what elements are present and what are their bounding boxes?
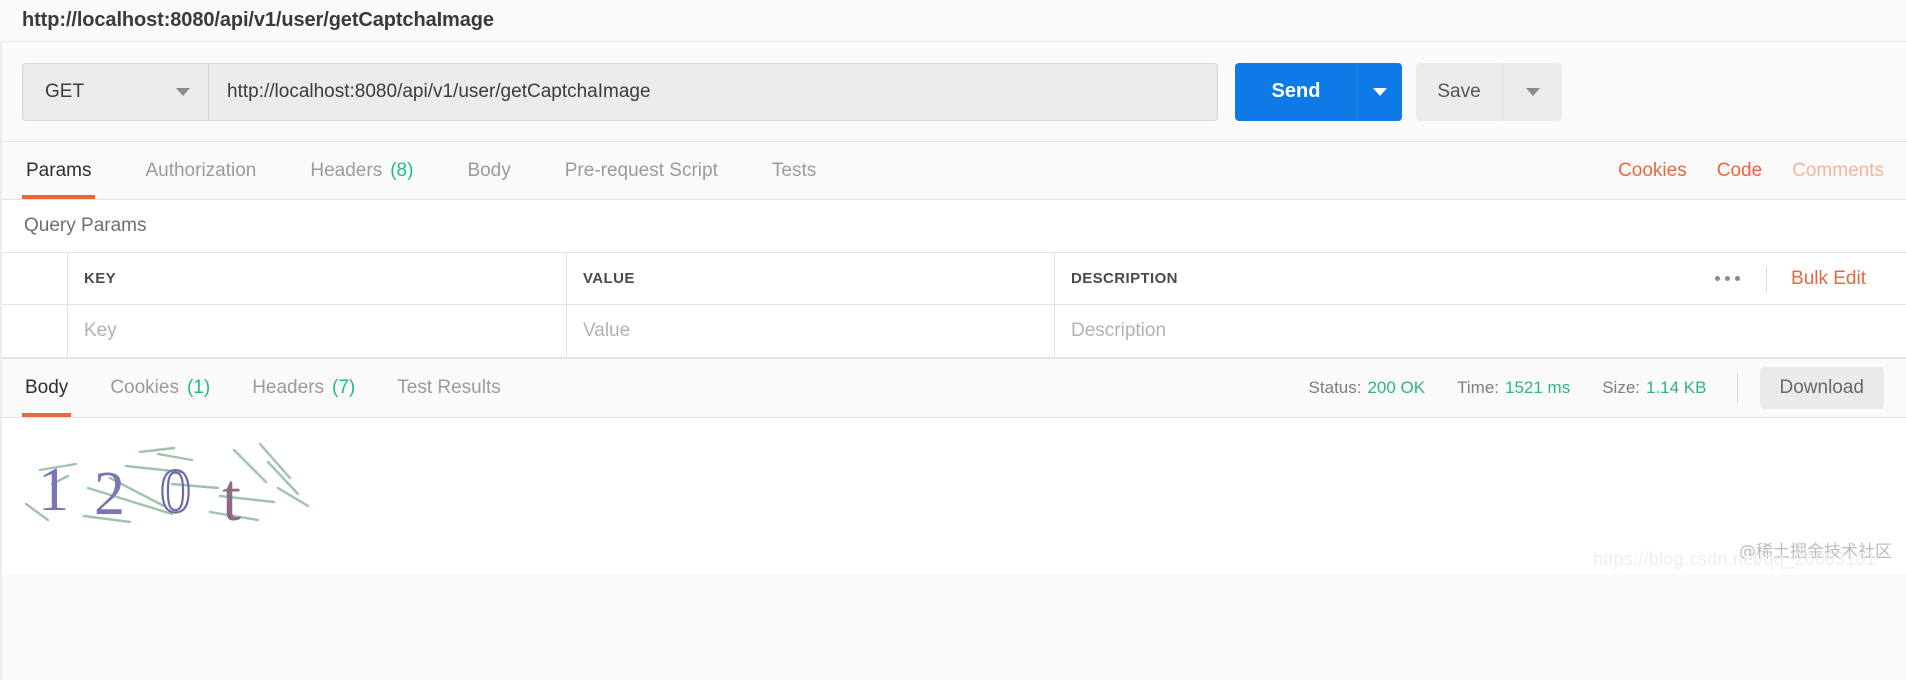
chevron-down-icon bbox=[1373, 87, 1387, 96]
chevron-down-icon bbox=[176, 87, 190, 96]
table-header-row: KEY VALUE DESCRIPTION Bulk Edit bbox=[0, 253, 1906, 305]
value-placeholder: Value bbox=[583, 320, 631, 341]
response-tab-test-results[interactable]: Test Results bbox=[394, 359, 503, 417]
tab-count-badge: (8) bbox=[390, 159, 414, 181]
header-checkbox-cell bbox=[0, 253, 68, 304]
comments-link[interactable]: Comments bbox=[1792, 160, 1884, 182]
tab-label: Headers bbox=[252, 377, 325, 398]
tab-authorization[interactable]: Authorization bbox=[141, 142, 260, 199]
tab-label: Body bbox=[467, 159, 511, 181]
status-label: Status: bbox=[1308, 378, 1362, 397]
response-meta: Status: 200 OK Time: 1521 ms Size: 1.14 KB … bbox=[1277, 359, 1884, 417]
captcha-char-4: t bbox=[222, 459, 241, 535]
response-body-panel: 1 2 0 t @稀土掘金技术社区 https://blog.csdn.net/… bbox=[0, 418, 1906, 574]
chevron-down-icon bbox=[1525, 87, 1540, 96]
response-tabs: Body Cookies (1) Headers (7) Test Result… bbox=[0, 358, 1906, 418]
save-button[interactable]: Save bbox=[1416, 63, 1502, 121]
tab-label: Authorization bbox=[145, 159, 257, 181]
header-description-cell: DESCRIPTION Bulk Edit bbox=[1055, 253, 1906, 304]
cookies-link[interactable]: Cookies bbox=[1618, 160, 1687, 182]
http-method-value: GET bbox=[45, 80, 85, 102]
tab-tests[interactable]: Tests bbox=[768, 142, 820, 199]
bulk-edit-button[interactable]: Bulk Edit bbox=[1767, 268, 1890, 290]
size-label: Size: bbox=[1602, 378, 1640, 397]
send-options-button[interactable] bbox=[1357, 62, 1402, 121]
tab-params[interactable]: Params bbox=[22, 142, 96, 199]
ellipsis-dot bbox=[1715, 276, 1721, 281]
captcha-image: 1 2 0 t bbox=[22, 428, 312, 538]
status-value: 200 OK bbox=[1367, 378, 1426, 397]
tab-label: Cookies bbox=[110, 377, 179, 398]
save-button-label: Save bbox=[1437, 80, 1481, 102]
header-value-cell: VALUE bbox=[567, 253, 1055, 304]
query-params-table: KEY VALUE DESCRIPTION Bulk Edit Key Valu… bbox=[0, 252, 1906, 358]
column-header-value: VALUE bbox=[583, 270, 635, 287]
time-value: 1521 ms bbox=[1505, 378, 1571, 397]
tab-label: Test Results bbox=[397, 377, 501, 398]
response-tab-cookies[interactable]: Cookies (1) bbox=[107, 359, 213, 417]
http-method-select[interactable]: GET bbox=[23, 63, 209, 120]
table-row: Key Value Description bbox=[0, 305, 1906, 358]
tab-headers[interactable]: Headers (8) bbox=[306, 142, 417, 199]
column-header-key: KEY bbox=[84, 270, 117, 287]
send-button[interactable]: Send bbox=[1235, 62, 1357, 121]
row-checkbox-cell[interactable] bbox=[0, 305, 68, 357]
captcha-char-2: 2 bbox=[94, 460, 125, 528]
captcha-char-1: 1 bbox=[38, 456, 69, 524]
download-button[interactable]: Download bbox=[1759, 367, 1884, 409]
url-input[interactable]: http://localhost:8080/api/v1/user/getCap… bbox=[209, 63, 1217, 120]
tab-label: Headers bbox=[310, 159, 383, 181]
ellipsis-dot bbox=[1725, 276, 1731, 281]
response-tab-headers[interactable]: Headers (7) bbox=[249, 359, 358, 417]
row-key-input[interactable]: Key bbox=[68, 305, 567, 357]
request-bar: GET http://localhost:8080/api/v1/user/ge… bbox=[0, 42, 1906, 142]
save-options-button[interactable] bbox=[1502, 62, 1562, 121]
window-titlebar: http://localhost:8080/api/v1/user/getCap… bbox=[0, 0, 1906, 42]
tab-label: Params bbox=[26, 159, 92, 181]
captcha-char-3: 0 bbox=[160, 458, 191, 526]
request-tabs: Params Authorization Headers (8) Body Pr… bbox=[0, 142, 1906, 200]
page-title: http://localhost:8080/api/v1/user/getCap… bbox=[22, 9, 494, 31]
save-button-group: Save bbox=[1416, 62, 1562, 121]
query-params-title: Query Params bbox=[24, 215, 147, 236]
row-description-input[interactable]: Description bbox=[1055, 305, 1906, 357]
method-url-group: GET http://localhost:8080/api/v1/user/ge… bbox=[22, 62, 1218, 121]
postman-window: http://localhost:8080/api/v1/user/getCap… bbox=[0, 0, 1906, 680]
response-tab-body[interactable]: Body bbox=[22, 359, 72, 417]
code-link[interactable]: Code bbox=[1717, 160, 1762, 182]
time-badge: Time: 1521 ms bbox=[1457, 378, 1570, 398]
send-button-label: Send bbox=[1271, 80, 1321, 102]
send-button-group: Send bbox=[1235, 62, 1402, 121]
left-edge-divider bbox=[0, 42, 2, 680]
description-placeholder: Description bbox=[1071, 320, 1167, 341]
url-input-value: http://localhost:8080/api/v1/user/getCap… bbox=[227, 80, 651, 102]
header-key-cell: KEY bbox=[68, 253, 567, 304]
tab-pre-request-script[interactable]: Pre-request Script bbox=[561, 142, 722, 199]
query-params-header: Query Params bbox=[0, 200, 1906, 252]
column-header-description: DESCRIPTION bbox=[1071, 270, 1178, 287]
time-label: Time: bbox=[1457, 378, 1499, 397]
size-badge: Size: 1.14 KB bbox=[1602, 378, 1706, 398]
watermark-url: https://blog.csdn.net/qq_26003101 bbox=[1593, 549, 1876, 569]
tab-label: Pre-request Script bbox=[564, 159, 718, 181]
tab-count-badge: (7) bbox=[332, 377, 356, 398]
divider bbox=[1736, 373, 1738, 403]
request-tab-actions: Cookies Code Comments bbox=[1588, 142, 1884, 199]
table-header-actions: Bulk Edit bbox=[1689, 253, 1890, 304]
status-badge: Status: 200 OK bbox=[1309, 378, 1426, 398]
download-button-label: Download bbox=[1779, 377, 1865, 398]
tab-label: Body bbox=[25, 377, 69, 398]
ellipsis-icon[interactable] bbox=[1689, 265, 1768, 292]
tab-body[interactable]: Body bbox=[463, 142, 514, 199]
key-placeholder: Key bbox=[84, 320, 117, 341]
ellipsis-dot bbox=[1735, 276, 1741, 281]
size-value: 1.14 KB bbox=[1646, 378, 1707, 397]
row-value-input[interactable]: Value bbox=[567, 305, 1055, 357]
tab-count-badge: (1) bbox=[186, 377, 211, 398]
tab-label: Tests bbox=[771, 159, 817, 181]
